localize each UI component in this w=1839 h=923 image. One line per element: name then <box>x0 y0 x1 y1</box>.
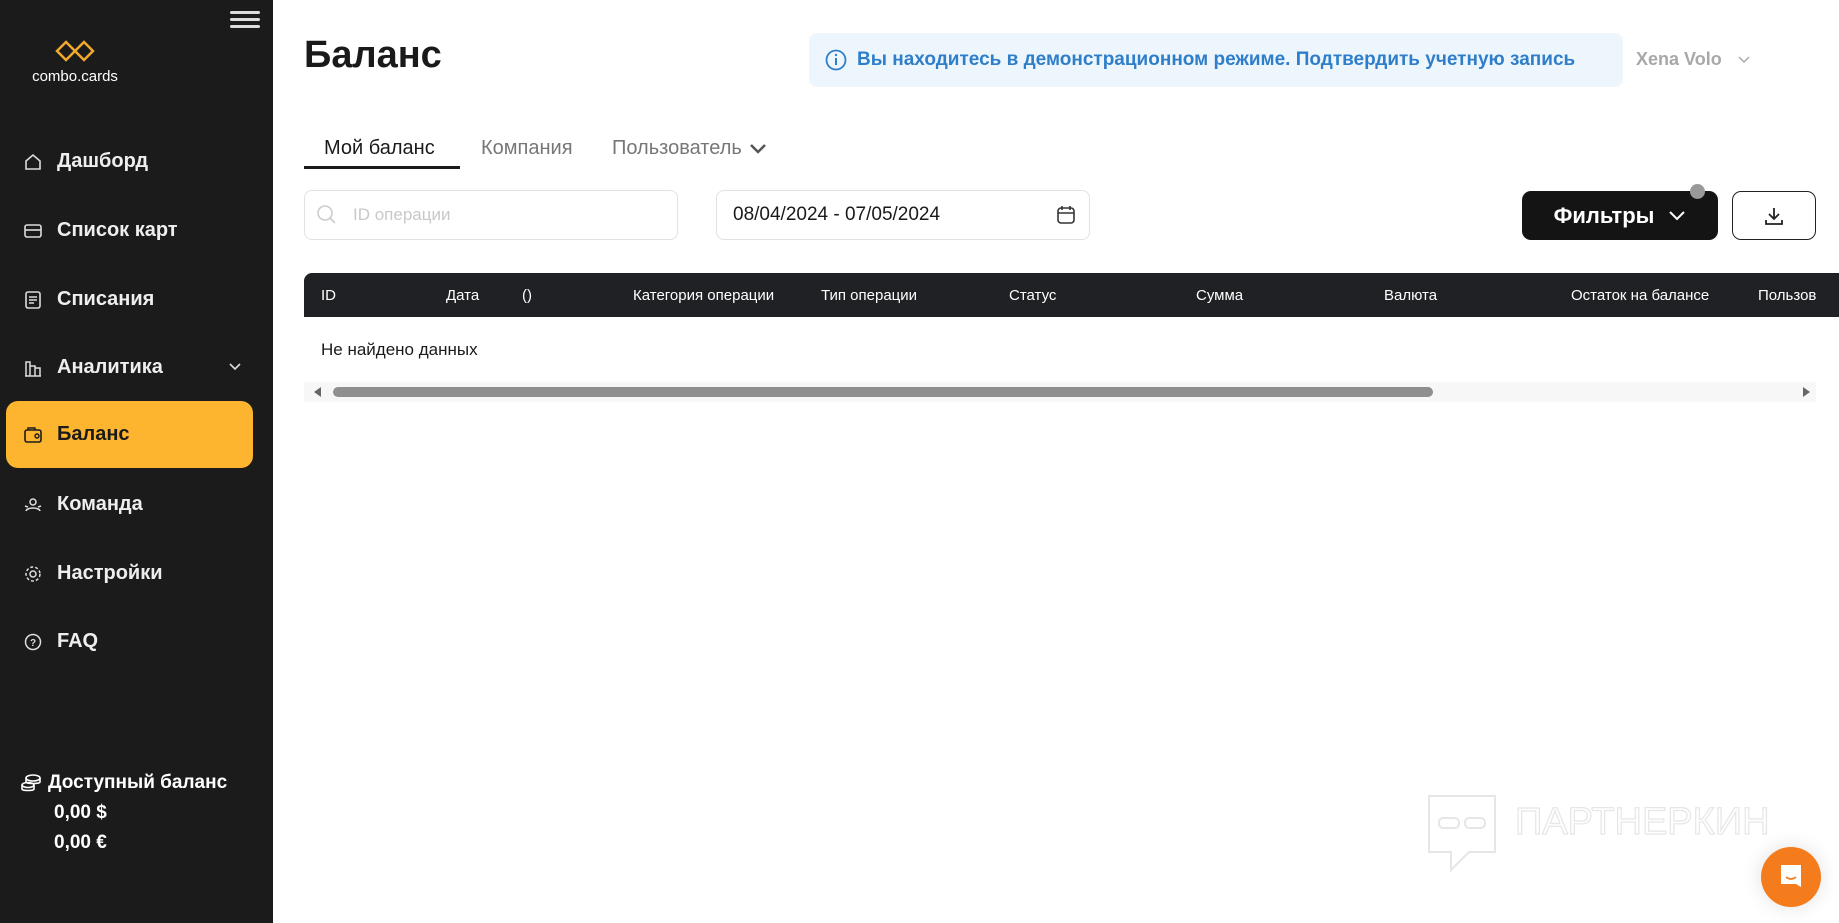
sidebar-item-label: Списания <box>57 288 155 310</box>
tab-underline <box>304 166 460 169</box>
balance-usd: 0,00 $ <box>54 802 107 823</box>
balance-eur: 0,00 € <box>54 832 107 853</box>
sidebar-item-team[interactable]: Команда <box>6 471 253 538</box>
coins-icon <box>21 774 41 792</box>
team-icon <box>23 495 43 515</box>
scroll-right-icon[interactable] <box>1802 387 1810 397</box>
chat-button[interactable] <box>1761 847 1821 907</box>
confirm-account-link[interactable]: Подтвердить учетную запись <box>1296 49 1575 71</box>
filter-indicator-dot <box>1690 184 1705 199</box>
sidebar-item-label: Баланс <box>57 423 130 445</box>
date-range-value: 08/04/2024 - 07/05/2024 <box>733 204 941 225</box>
logo-icon <box>55 40 95 62</box>
sidebar-item-label: Дашборд <box>57 150 149 172</box>
chevron-down-icon <box>1738 56 1750 64</box>
sidebar-item-charges[interactable]: Списания <box>6 266 253 333</box>
balance-label: Доступный баланс <box>48 772 228 793</box>
sidebar-item-label: Список карт <box>57 219 178 241</box>
search-icon <box>317 205 336 224</box>
chevron-down-icon <box>1669 210 1686 220</box>
chart-icon <box>23 358 43 378</box>
sidebar-item-settings[interactable]: Настройки <box>6 540 253 607</box>
user-name: Xena Volo <box>1636 49 1722 69</box>
sidebar-item-balance[interactable]: Баланс <box>6 401 253 468</box>
download-button[interactable] <box>1732 191 1816 240</box>
page-title: Баланс <box>304 34 442 76</box>
chevron-down-icon <box>229 363 241 371</box>
available-balance: Доступный баланс 0,00 $ 0,00 € <box>20 772 227 854</box>
sidebar-item-cards[interactable]: Список карт <box>6 197 253 264</box>
column-header[interactable]: Пользов <box>1758 287 1816 304</box>
column-header[interactable]: Тип операции <box>821 287 917 304</box>
search-placeholder: ID операции <box>353 205 451 224</box>
tab-company[interactable]: Компания <box>481 137 573 160</box>
column-header[interactable]: Сумма <box>1196 287 1243 304</box>
filters-label: Фильтры <box>1553 202 1655 228</box>
column-header[interactable]: Категория операции <box>633 287 774 304</box>
sidebar-item-analytics[interactable]: Аналитика <box>6 334 253 401</box>
demo-banner: Вы находитесь в демонстрационном режиме.… <box>809 33 1623 87</box>
column-header[interactable]: Валюта <box>1384 287 1437 304</box>
question-icon: ? <box>23 632 43 652</box>
sidebar-item-label: Настройки <box>57 562 163 584</box>
user-menu[interactable]: Xena Volo <box>1636 49 1751 70</box>
logo-text: combo.cards <box>32 68 118 85</box>
gear-icon <box>23 564 43 584</box>
download-icon <box>1765 207 1783 225</box>
watermark: ПАРТНЕРКИН <box>1425 792 1795 877</box>
empty-table-message: Не найдено данных <box>321 340 478 359</box>
document-icon <box>23 290 43 310</box>
filters-button[interactable]: Фильтры <box>1522 191 1718 240</box>
watermark-text: ПАРТНЕРКИН <box>1515 801 1770 843</box>
scrollbar-thumb[interactable] <box>333 387 1433 397</box>
column-header[interactable]: Дата <box>446 287 479 304</box>
sidebar-item-faq[interactable]: ? FAQ <box>6 608 253 675</box>
tab-my-balance[interactable]: Мой баланс <box>324 137 435 160</box>
sidebar-item-label: Команда <box>57 493 143 515</box>
tab-user[interactable]: Пользователь <box>612 137 768 160</box>
svg-text:?: ? <box>30 638 36 649</box>
watermark-logo-icon: ПАРТНЕРКИН <box>1428 795 1770 873</box>
card-icon <box>23 221 43 241</box>
sidebar-item-label: FAQ <box>57 630 99 652</box>
sidebar-item-dashboard[interactable]: Дашборд <box>6 128 253 195</box>
table-header: ID Дата () Категория операции Тип операц… <box>304 273 1839 317</box>
banner-text: Вы находитесь в демонстрационном режиме. <box>857 49 1291 70</box>
date-range-input[interactable]: 08/04/2024 - 07/05/2024 <box>716 190 1090 240</box>
column-header[interactable]: Остаток на балансе <box>1571 287 1709 304</box>
chevron-down-icon <box>749 143 766 154</box>
scroll-left-icon[interactable] <box>314 387 322 397</box>
chat-icon <box>1781 865 1801 887</box>
column-header[interactable]: Статус <box>1009 287 1056 304</box>
calendar-icon <box>1057 206 1075 224</box>
info-icon <box>825 49 847 71</box>
logo[interactable]: combo.cards <box>20 38 130 85</box>
column-header[interactable]: ID <box>321 287 336 304</box>
wallet-icon <box>23 425 43 445</box>
column-header[interactable]: () <box>522 287 532 304</box>
tab-user-label: Пользователь <box>612 137 742 159</box>
menu-toggle-icon[interactable] <box>230 8 260 32</box>
sidebar: combo.cards Дашборд Список карт Списания… <box>0 0 273 923</box>
sidebar-item-label: Аналитика <box>57 356 163 378</box>
home-icon <box>23 152 43 172</box>
search-input[interactable]: ID операции <box>304 190 678 240</box>
